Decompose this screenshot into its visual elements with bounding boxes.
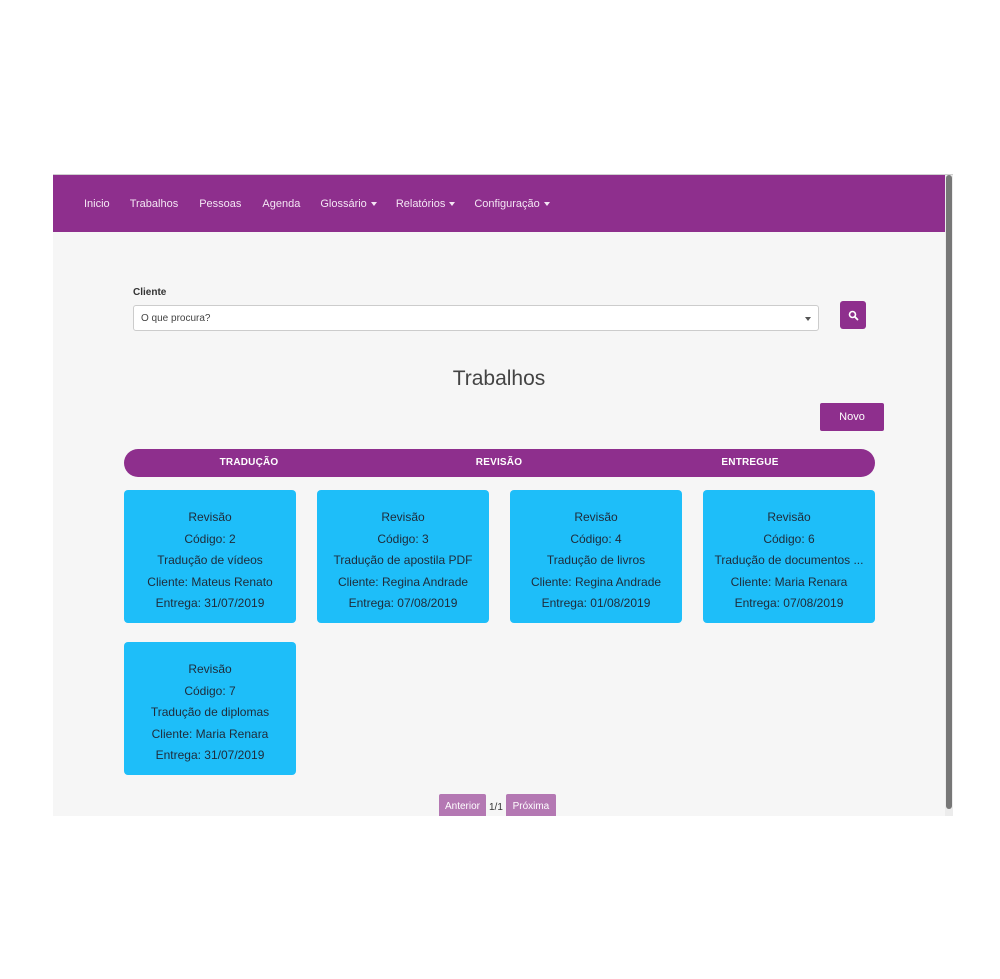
job-title: Tradução de apostila PDF [333, 553, 473, 568]
job-card[interactable]: Revisão Código: 7 Tradução de diplomas C… [124, 642, 296, 775]
nav-item-label: Inicio [84, 197, 110, 210]
nav-item-label: Relatórios [395, 197, 446, 210]
nav-item-trabalhos[interactable]: Trabalhos [130, 198, 179, 210]
job-delivery: Entrega: 31/07/2019 [155, 748, 265, 763]
nav-item-configuracao[interactable]: Configuração [474, 197, 550, 210]
tab-entregue[interactable]: ENTREGUE [721, 457, 778, 468]
job-delivery: Entrega: 31/07/2019 [155, 596, 265, 611]
job-title: Tradução de livros [546, 553, 646, 568]
job-card[interactable]: Revisão Código: 6 Tradução de documentos… [703, 490, 875, 623]
chevron-down-icon [805, 317, 811, 321]
cliente-label: Cliente [133, 287, 167, 298]
caret-down-icon [449, 201, 456, 206]
search-button[interactable] [840, 301, 866, 329]
nav-item-glossario[interactable]: Glossário [320, 197, 377, 210]
nav-item-pessoas[interactable]: Pessoas [199, 198, 241, 210]
nav-item-relatorios[interactable]: Relatórios [396, 198, 456, 210]
job-client: Cliente: Maria Renara [151, 726, 269, 741]
nav-item-inicio[interactable]: Inicio [84, 198, 110, 210]
job-card[interactable]: Revisão Código: 2 Tradução de vídeos Cli… [124, 490, 296, 623]
status-tab-bar: TRADUÇÃO REVISÃO ENTREGUE [124, 449, 875, 477]
job-card[interactable]: Revisão Código: 4 Tradução de livros Cli… [510, 490, 682, 623]
job-card[interactable]: Revisão Código: 3 Tradução de apostila P… [317, 490, 489, 623]
nav-item-label: Pessoas [199, 197, 242, 210]
job-code: Código: 4 [570, 531, 622, 546]
job-code: Código: 7 [184, 683, 236, 698]
job-code: Código: 2 [184, 531, 236, 546]
next-page-button[interactable]: Próxima [505, 794, 556, 816]
top-navbar: Inicio Trabalhos Pessoas Agenda Glossári… [53, 175, 945, 232]
tab-revisao[interactable]: REVISÃO [476, 457, 522, 468]
tab-traducao[interactable]: TRADUÇÃO [220, 457, 279, 468]
cliente-select-value: O que procura? [141, 312, 211, 324]
job-client: Cliente: Mateus Renato [147, 574, 273, 589]
job-status: Revisão [574, 510, 618, 524]
job-client: Cliente: Maria Renara [730, 574, 848, 589]
job-status: Revisão [188, 662, 232, 676]
search-icon [848, 310, 858, 320]
nav-item-label: Trabalhos [129, 197, 179, 210]
job-code: Código: 3 [377, 531, 429, 546]
job-code: Código: 6 [763, 531, 815, 546]
job-status: Revisão [188, 510, 232, 524]
page-indicator: 1/1 [489, 802, 503, 813]
job-title: Tradução de diplomas [150, 705, 270, 720]
job-delivery: Entrega: 07/08/2019 [734, 596, 844, 611]
nav-item-agenda[interactable]: Agenda [262, 198, 300, 210]
scrollbar-thumb[interactable] [946, 175, 952, 809]
job-delivery: Entrega: 07/08/2019 [348, 596, 458, 611]
vertical-scrollbar[interactable] [945, 175, 953, 816]
cliente-select[interactable]: O que procura? [133, 305, 819, 331]
browser-viewport: Inicio Trabalhos Pessoas Agenda Glossári… [53, 174, 953, 816]
prev-page-button[interactable]: Anterior [439, 794, 486, 816]
job-title: Tradução de vídeos [157, 553, 263, 568]
nav-item-label: Agenda [262, 197, 301, 210]
job-client: Cliente: Regina Andrade [337, 574, 469, 589]
nav-item-label: Glossário [320, 197, 367, 210]
caret-down-icon [543, 201, 550, 206]
new-button[interactable]: Novo [820, 403, 884, 431]
job-status: Revisão [767, 510, 811, 524]
page-title: Trabalhos [452, 367, 546, 390]
job-client: Cliente: Regina Andrade [530, 574, 662, 589]
pagination: Anterior 1/1 Próxima [439, 794, 556, 816]
nav-item-label: Configuração [474, 197, 540, 210]
caret-down-icon [370, 201, 377, 206]
job-title: Tradução de documentos ... [714, 553, 864, 568]
job-status: Revisão [381, 510, 425, 524]
job-delivery: Entrega: 01/08/2019 [541, 596, 651, 611]
